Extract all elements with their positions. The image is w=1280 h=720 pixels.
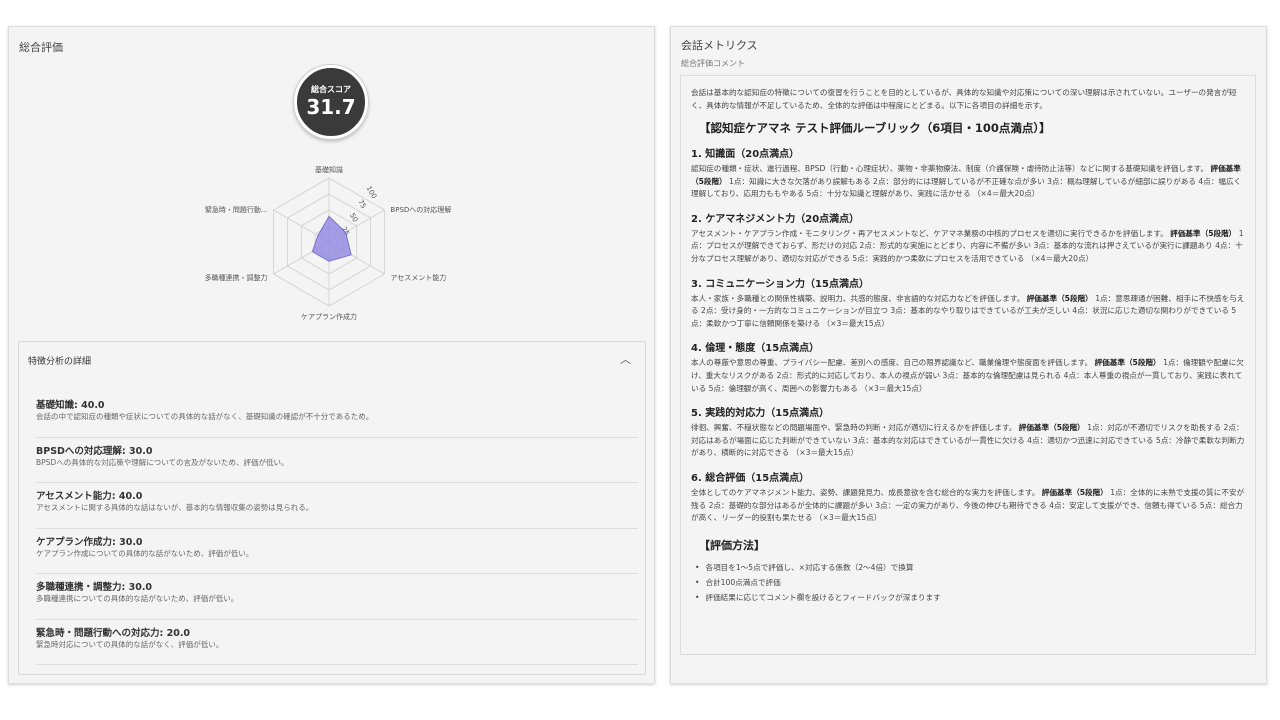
method-title: 【評価方法】	[699, 538, 765, 552]
list-item: 評価結果に応じてコメント欄を設けるとフィードバックが深まります	[695, 590, 1245, 605]
section-heading: 4. 倫理・態度（15点満点）	[691, 343, 820, 355]
list-item: アセスメント能力: 40.0 アセスメントに関する具体的な話はないが、基本的な情…	[36, 483, 638, 529]
item-title: ケアプラン作成力: 30.0	[36, 536, 143, 548]
criteria-label: 評価基準（5段階）	[1026, 293, 1093, 303]
score-label: 総合スコア	[311, 85, 351, 94]
section-desc: 本人・家族・多職種との関係性構築、説明力、共感的態度、非言語的な対応力などを評価…	[691, 293, 1025, 303]
section-heading: 1. 知識面（20点満点）	[691, 149, 800, 160]
radar-axis-label: ケアプラン作成力	[301, 312, 357, 321]
criteria-label: 評価基準（5段階）	[1018, 423, 1085, 433]
section-desc: 全体としてのケアマネジメント能力、姿勢、課題発見力、成長意欲を含む総合的な実力を…	[691, 487, 1040, 497]
chevron-up-icon[interactable]: ︿	[620, 351, 631, 367]
section-body: 認知症の種類・症状、進行過程、BPSD（行動・心理症状）、薬物・非薬物療法、制度…	[691, 163, 1245, 201]
section-heading: 6. 総合評価（15点満点）	[691, 472, 810, 484]
section-body: 本人・家族・多職種との関係性構築、説明力、共感的態度、非言語的な対応力などを評価…	[691, 293, 1245, 331]
item-title: 基礎知識: 40.0	[36, 400, 105, 411]
panel-subtitle: 総合評価コメント	[681, 59, 745, 68]
radar-axis-label: 緊急時・問題行動...	[205, 205, 268, 214]
section-heading: 3. コミュニケーション力（15点満点）	[691, 278, 869, 290]
criteria-label: 評価基準（5段階）	[1170, 228, 1237, 238]
evaluation-comment-box: 会話は基本的な認知症の特徴についての復習を行うことを目的としているが、具体的な知…	[680, 75, 1256, 655]
rubric-section: 3. コミュニケーション力（15点満点） 本人・家族・多職種との関係性構築、説明…	[691, 275, 1245, 331]
radar-chart: 255075100 基礎知識BPSDへの対応理解アセスメント能力ケアプラン作成力…	[205, 165, 452, 321]
list-item: 基礎知識: 40.0 会話の中で認知症の種類や症状についての具体的な話がなく、基…	[36, 392, 638, 438]
section-desc: アセスメント・ケアプラン作成・モニタリング・再アセスメントなど、ケアマネ業務の中…	[691, 228, 1168, 238]
item-title: アセスメント能力: 40.0	[36, 491, 143, 502]
panel-title: 会話メトリクス	[681, 39, 758, 52]
item-comment: アセスメントに関する具体的な話はないが、基本的な情報収集の姿勢は見られる。	[36, 503, 314, 512]
rubric-section: 2. ケアマネジメント力（20点満点） アセスメント・ケアプラン作成・モニタリン…	[691, 210, 1245, 266]
radar-tick-label: 100	[365, 185, 379, 201]
detail-items-list: 基礎知識: 40.0 会話の中で認知症の種類や症状についての具体的な話がなく、基…	[36, 392, 638, 665]
overall-evaluation-panel: 総合評価 総合スコア 31.7 25 50 75 100 基礎知識 BPSDへの対応理解…	[8, 26, 655, 684]
item-comment: BPSDへの具体的な対応策や理解についての言及がないため、評価が低い。	[36, 457, 289, 467]
panel-title: 総合評価	[19, 41, 63, 54]
item-title: 緊急時・問題行動への対応力: 20.0	[36, 627, 191, 639]
score-value: 31.7	[306, 95, 356, 119]
item-title: 多職種連携・調整力: 30.0	[36, 582, 153, 593]
rubric-section: 6. 総合評価（15点満点） 全体としてのケアマネジメント能力、姿勢、課題発見力…	[691, 469, 1245, 525]
list-item: 各項目を1〜5点で評価し、×対応する係数（2〜4倍）で換算	[695, 560, 1245, 575]
rubric-title: 【認知症ケアマネ テスト評価ルーブリック（6項目・100点満点）】	[699, 121, 1051, 135]
section-criteria: 1点：知識に大きな欠落があり誤解もある 2点：部分的には理解しているが不正確な点…	[691, 176, 1242, 199]
item-title: BPSDへの対応理解: 30.0	[36, 445, 153, 457]
section-body: 本人の尊厳や意思の尊重、プライバシー配慮、差別への感度、自己の限界認識など、職業…	[691, 357, 1245, 395]
section-body: アセスメント・ケアプラン作成・モニタリング・再アセスメントなど、ケアマネ業務の中…	[691, 228, 1245, 266]
conversation-metrics-panel: 会話メトリクス 総合評価コメント 会話は基本的な認知症の特徴についての復習を行う…	[670, 26, 1267, 684]
details-accordion-header[interactable]: 特徴分析の詳細 ︿	[19, 342, 645, 378]
section-body: 全体としてのケアマネジメント能力、姿勢、課題発見力、成長意欲を含む総合的な実力を…	[691, 487, 1245, 525]
section-heading: 5. 実践的対応力（15点満点）	[691, 408, 830, 420]
feature-analysis-details: 特徴分析の詳細 ︿ 基礎知識: 40.0 会話の中で認知症の種類や症状についての…	[18, 341, 646, 675]
list-item: 多職種連携・調整力: 30.0 多職種連携についての具体的な話がないため、評価が…	[36, 574, 638, 620]
section-heading: 2. ケアマネジメント力（20点満点）	[691, 213, 860, 225]
radar-tick-label: 75	[356, 198, 367, 210]
rubric-section: 5. 実践的対応力（15点満点） 徘徊、興奮、不穏状態などの問題場面や、緊急時の…	[691, 404, 1245, 460]
section-desc: 本人の尊厳や意思の尊重、プライバシー配慮、差別への感度、自己の限界認識など、職業…	[691, 358, 1093, 368]
details-title: 特徴分析の詳細	[28, 357, 92, 367]
total-score-badge: 総合スコア 31.7	[294, 65, 368, 139]
item-comment: 多職種連携についての具体的な話がないため、評価が低い。	[36, 594, 239, 603]
radar-axis-label: BPSDへの対応理解	[390, 205, 451, 214]
radar-series-polygon	[311, 215, 352, 262]
section-desc: 徘徊、興奮、不穏状態などの問題場面や、緊急時の判断・対応が適切に行えるかを評価し…	[691, 423, 1017, 433]
intro-text: 会話は基本的な認知症の特徴についての復習を行うことを目的としているが、具体的な知…	[691, 88, 1237, 110]
list-item: 緊急時・問題行動への対応力: 20.0 緊急時対応についての具体的な話がなく、評…	[36, 620, 638, 665]
item-comment: ケアプラン作成についての具体的な話がないため、評価が低い。	[36, 548, 254, 558]
rubric-section: 1. 知識面（20点満点） 認知症の種類・症状、進行過程、BPSD（行動・心理症…	[691, 145, 1245, 201]
radar-axis-label: 基礎知識	[315, 165, 343, 174]
section-desc: 認知症の種類・症状、進行過程、BPSD（行動・心理症状）、薬物・非薬物療法、制度…	[691, 164, 1209, 173]
list-item: 合計100点満点で評価	[695, 575, 1245, 590]
method-list: 各項目を1〜5点で評価し、×対応する係数（2〜4倍）で換算 合計100点満点で評…	[691, 560, 1245, 605]
list-item: ケアプラン作成力: 30.0 ケアプラン作成についての具体的な話がないため、評価…	[36, 529, 638, 574]
item-comment: 緊急時対応についての具体的な話がなく、評価が低い。	[36, 639, 224, 649]
radar-axis-label: アセスメント能力	[390, 273, 446, 282]
section-body: 徘徊、興奮、不穏状態などの問題場面や、緊急時の判断・対応が適切に行えるかを評価し…	[691, 422, 1245, 460]
item-comment: 会話の中で認知症の種類や症状についての具体的な話がなく、基礎知識の確認が不十分で…	[36, 412, 374, 421]
list-item: BPSDへの対応理解: 30.0 BPSDへの具体的な対応策や理解についての言及…	[36, 438, 638, 483]
criteria-label: 評価基準（5段階）	[1094, 358, 1161, 368]
criteria-label: 評価基準（5段階）	[1041, 487, 1108, 497]
rubric-section: 4. 倫理・態度（15点満点） 本人の尊厳や意思の尊重、プライバシー配慮、差別へ…	[691, 339, 1245, 395]
radar-axis-label: 多職種連携・調整力	[205, 273, 268, 282]
